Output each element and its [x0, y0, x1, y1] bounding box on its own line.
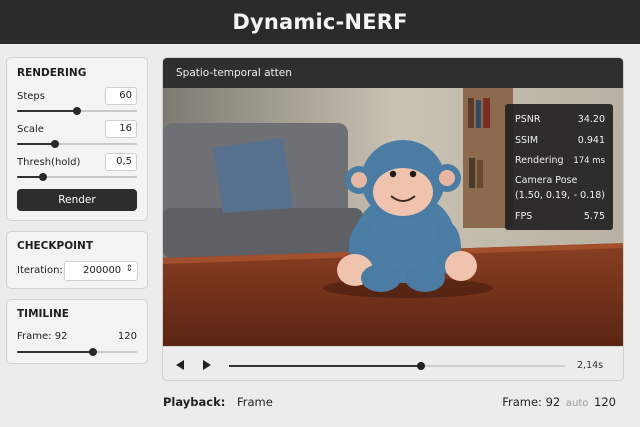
- scale-slider-handle[interactable]: [51, 140, 60, 148]
- scale-slider-fill: [17, 143, 56, 145]
- timeline-title: TIMILINE: [17, 308, 69, 320]
- steps-slider-handle[interactable]: [73, 107, 81, 115]
- playback-scrubber-handle[interactable]: [416, 362, 425, 370]
- play-icon[interactable]: [202, 359, 212, 371]
- frame-key: Frame:: [502, 395, 542, 409]
- chevron-updown-icon: ⇕: [125, 264, 133, 274]
- render-viewport[interactable]: PSNR 34.20 SSIM 0.941 Rendering 174 ms C…: [163, 88, 623, 346]
- scale-slider[interactable]: [17, 140, 137, 148]
- playback-value: Frame: [237, 395, 273, 409]
- rendering-time-value: 174 ms: [573, 156, 605, 166]
- frame-slider-handle[interactable]: [88, 348, 97, 356]
- thresh-slider-handle[interactable]: [39, 173, 48, 181]
- ssim-value: 0.941: [577, 135, 605, 146]
- viewer-header: Spatio-temporal atten: [163, 58, 623, 88]
- frame-status: Frame: 92 auto 120: [502, 395, 616, 409]
- psnr-value: 34.20: [577, 114, 605, 125]
- stats-overlay: PSNR 34.20 SSIM 0.941 Rendering 174 ms C…: [505, 104, 613, 230]
- steps-label: Steps: [17, 91, 45, 102]
- playback-status: Playback: Frame: [163, 395, 273, 409]
- timeline-panel: TIMILINE Frame: 92 120: [6, 299, 148, 364]
- viewer-title: Spatio-temporal atten: [176, 67, 292, 79]
- frame-value: 92: [545, 395, 561, 409]
- camera-pose-z: - 0.18): [573, 190, 605, 201]
- playback-time: 2,14s: [577, 360, 604, 371]
- scale-label: Scale: [17, 124, 44, 135]
- playback-scrubber[interactable]: [229, 362, 565, 370]
- prev-icon[interactable]: [175, 359, 185, 371]
- render-button[interactable]: Render: [17, 189, 137, 211]
- viewer-panel: Spatio-temporal atten PSNR 34.20 SSIM 0.…: [162, 57, 624, 381]
- steps-slider-fill: [17, 110, 77, 112]
- steps-input[interactable]: 60: [105, 87, 137, 105]
- app-header: Dynamic-NERF: [0, 0, 640, 44]
- ssim-label: SSIM: [515, 135, 539, 146]
- frame-max-label: 120: [117, 331, 137, 342]
- psnr-label: PSNR: [515, 114, 541, 125]
- rendering-time-label: Rendering: [515, 155, 564, 166]
- frame-slider[interactable]: [17, 348, 137, 356]
- iteration-value: 200000: [83, 265, 122, 276]
- iteration-select[interactable]: 200000 ⇕: [64, 261, 138, 281]
- steps-slider[interactable]: [17, 107, 137, 115]
- camera-pose-x: (1.50, 0.19,: [515, 190, 571, 201]
- frame-label: Frame: 92: [17, 331, 68, 342]
- thresh-input[interactable]: 0,5: [105, 153, 137, 171]
- auto-label: auto: [565, 398, 589, 409]
- frame-slider-fill: [17, 351, 93, 353]
- app-title: Dynamic-NERF: [232, 10, 408, 34]
- playback-scrubber-fill: [229, 365, 421, 367]
- fps-value: 5.75: [583, 211, 605, 222]
- camera-pose-label: Camera Pose: [515, 175, 578, 186]
- scale-input[interactable]: 16: [105, 120, 137, 138]
- playback-controls: 2,14s: [163, 346, 623, 380]
- rendering-title: RENDERING: [17, 67, 87, 79]
- checkpoint-title: CHECKPOINT: [17, 240, 93, 252]
- iteration-label: Iteration:: [17, 265, 63, 276]
- rendering-panel: RENDERING Steps 60 Scale 16 Thresh(hold)…: [6, 57, 148, 221]
- frame-total: 120: [594, 395, 616, 409]
- checkpoint-panel: CHECKPOINT Iteration: 200000 ⇕: [6, 231, 148, 289]
- fps-label: FPS: [515, 211, 533, 222]
- playback-key: Playback:: [163, 395, 226, 409]
- thresh-label: Thresh(hold): [17, 157, 81, 168]
- thresh-slider[interactable]: [17, 173, 137, 181]
